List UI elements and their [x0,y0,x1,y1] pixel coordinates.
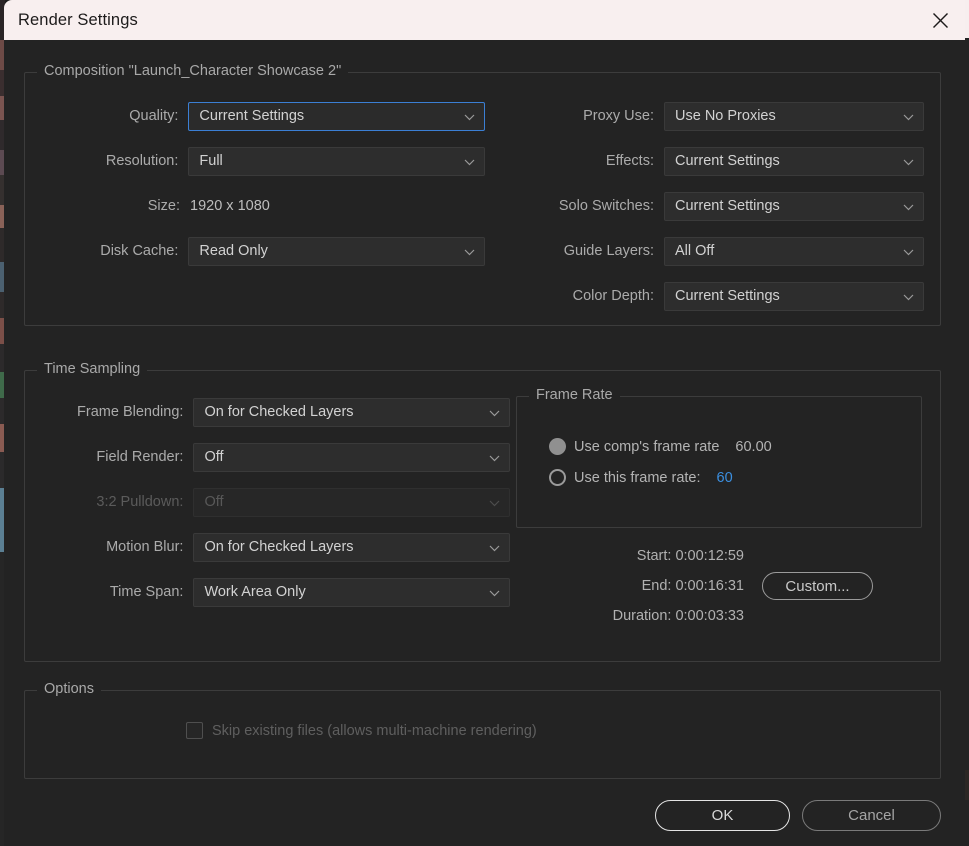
ok-button-label: OK [711,807,734,824]
frame-rate-group-title: Frame Rate [529,387,620,403]
time-span-dropdown[interactable]: Work Area Only [193,577,510,607]
resolution-label: Resolution: [105,153,179,169]
use-comp-frame-rate-label: Use comp's frame rate [574,438,720,455]
frame-blending-dropdown[interactable]: On for Checked Layers [193,397,510,427]
color-depth-row: Color Depth: Current Settings [479,281,924,311]
options-group-title: Options [37,681,101,697]
disk-cache-row: Disk Cache: Read Only [40,236,485,266]
ok-button[interactable]: OK [655,800,790,831]
this-frame-rate-input[interactable]: 60 [717,470,733,486]
effects-value: Current Settings [675,153,780,169]
dialog-body: Composition "Launch_Character Showcase 2… [4,40,965,846]
motion-blur-value: On for Checked Layers [204,539,354,555]
guide-layers-value: All Off [675,243,715,259]
color-depth-label: Color Depth: [572,288,654,304]
guide-layers-dropdown[interactable]: All Off [664,236,924,266]
size-value: 1920 x 1080 [190,198,270,214]
guide-layers-label: Guide Layers: [563,243,654,259]
skip-existing-files-checkbox [186,722,203,739]
cancel-button[interactable]: Cancel [802,800,941,831]
frame-blending-row: Frame Blending: On for Checked Layers [40,397,510,427]
frame-blending-label: Frame Blending: [77,404,184,420]
solo-switches-label: Solo Switches: [558,198,654,214]
color-depth-value: Current Settings [675,288,780,304]
size-label: Size: [147,198,180,214]
render-settings-dialog: Render Settings Composition "Launch_Char… [4,0,965,846]
color-depth-dropdown[interactable]: Current Settings [664,281,924,311]
radio-selected-icon [549,438,566,455]
effects-row: Effects: Current Settings [479,146,924,176]
quality-row: Quality: Current Settings [40,101,485,131]
motion-blur-row: Motion Blur: On for Checked Layers [40,532,510,562]
motion-blur-label: Motion Blur: [106,539,184,555]
use-this-frame-rate-label: Use this frame rate: [574,469,701,486]
skip-existing-files-label: Skip existing files (allows multi-machin… [212,722,537,739]
effects-dropdown[interactable]: Current Settings [664,146,924,176]
resolution-row: Resolution: Full [40,146,485,176]
chevron-down-icon [489,410,500,417]
time-span-row: Time Span: Work Area Only [40,577,510,607]
solo-switches-dropdown[interactable]: Current Settings [664,191,924,221]
solo-switches-value: Current Settings [675,198,780,214]
solo-switches-row: Solo Switches: Current Settings [479,191,924,221]
quality-label: Quality: [129,108,179,124]
disk-cache-dropdown[interactable]: Read Only [188,236,485,266]
frame-rate-group: Frame Rate [516,387,922,528]
custom-button-label: Custom... [785,577,850,595]
field-render-value: Off [204,449,224,465]
proxy-use-dropdown[interactable]: Use No Proxies [664,101,924,131]
comp-frame-rate-value: 60.00 [735,438,772,455]
motion-blur-dropdown[interactable]: On for Checked Layers [193,532,510,562]
composition-group-title: Composition "Launch_Character Showcase 2… [37,63,349,79]
guide-layers-row: Guide Layers: All Off [479,236,924,266]
disk-cache-value: Read Only [199,243,268,259]
pulldown-label: 3:2 Pulldown: [96,494,184,510]
duration-label: Duration: 0:00:03:33 [612,608,744,624]
use-comp-frame-rate-option[interactable]: Use comp's frame rate 60.00 [549,438,772,455]
chevron-down-icon [903,204,914,211]
chevron-down-icon [903,249,914,256]
close-button[interactable] [915,0,965,40]
proxy-use-label: Proxy Use: [583,108,654,124]
chevron-down-icon [489,500,500,507]
time-span-value: Work Area Only [204,584,306,600]
chevron-down-icon [903,114,914,121]
resolution-value: Full [199,153,223,169]
cancel-button-label: Cancel [848,807,895,824]
chevron-down-icon [489,455,500,462]
field-render-dropdown[interactable]: Off [193,442,510,472]
background-app-right-sliver [965,0,969,846]
time-sampling-group-title: Time Sampling [37,361,148,377]
use-this-frame-rate-option[interactable]: Use this frame rate: 60 [549,469,733,486]
chevron-down-icon [903,294,914,301]
proxy-use-value: Use No Proxies [675,108,776,124]
end-time-label: End: 0:00:16:31 [641,578,744,594]
quality-value: Current Settings [199,108,305,124]
resolution-dropdown[interactable]: Full [188,146,485,176]
size-row: Size: 1920 x 1080 [40,191,485,221]
dialog-title: Render Settings [18,10,138,29]
frame-blending-value: On for Checked Layers [204,404,354,420]
dialog-titlebar: Render Settings [4,0,965,40]
chevron-down-icon [903,159,914,166]
time-span-label: Time Span: [109,584,184,600]
start-time-label: Start: 0:00:12:59 [636,548,744,564]
chevron-down-icon [464,249,475,256]
field-render-row: Field Render: Off [40,442,510,472]
chevron-down-icon [464,114,475,121]
pulldown-row: 3:2 Pulldown: Off [40,487,510,517]
close-icon [932,12,949,29]
quality-dropdown[interactable]: Current Settings [188,101,485,131]
pulldown-dropdown: Off [193,487,510,517]
skip-existing-files-row: Skip existing files (allows multi-machin… [186,722,537,739]
chevron-down-icon [464,159,475,166]
proxy-use-row: Proxy Use: Use No Proxies [479,101,924,131]
pulldown-value: Off [204,494,224,510]
disk-cache-label: Disk Cache: [100,243,179,259]
effects-label: Effects: [605,153,654,169]
radio-unselected-icon [549,469,566,486]
custom-time-span-button[interactable]: Custom... [762,572,873,600]
field-render-label: Field Render: [96,449,184,465]
